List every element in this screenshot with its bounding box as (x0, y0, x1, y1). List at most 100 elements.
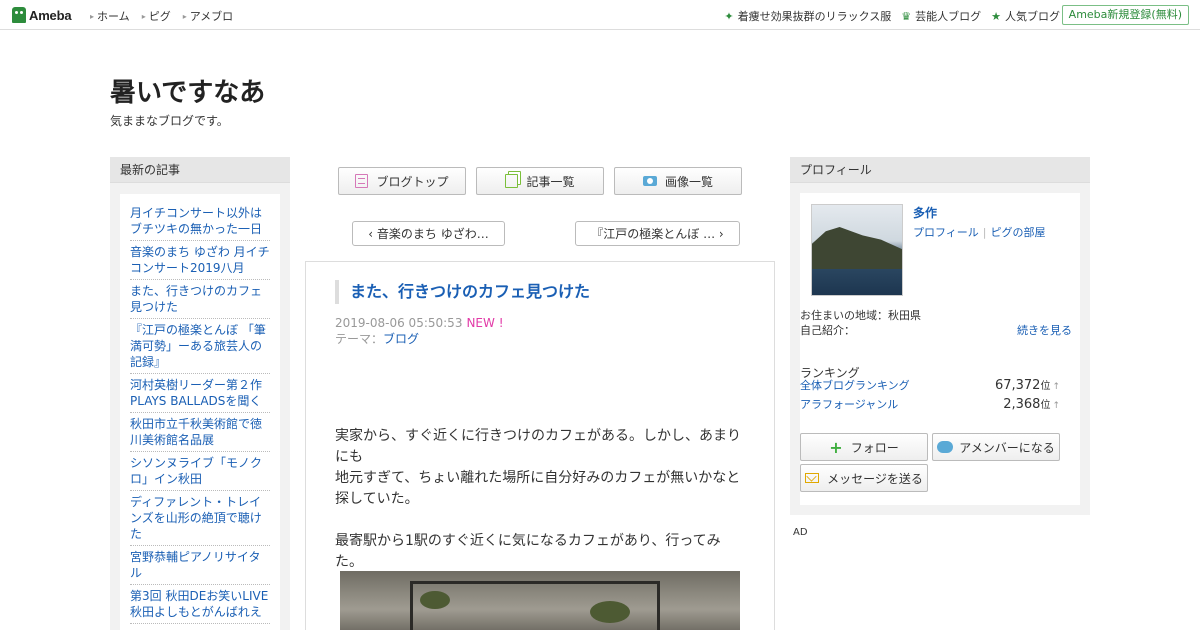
nav-pigg[interactable]: ピグ (142, 8, 171, 24)
image-list-label: 画像一覧 (664, 174, 713, 189)
list-item: 『江戸の極楽とんぼ 「筆満可勢」ーある旅芸人の記録』 (130, 319, 270, 374)
ranking-unit: 位 (1040, 381, 1051, 392)
article-link[interactable]: シソンヌライブ「モノクロ」イン秋田 (130, 456, 262, 486)
read-more-link[interactable]: 続きを見る (1017, 322, 1072, 338)
blog-description: 気ままなブログです。 (110, 114, 229, 128)
follow-button[interactable]: + フォロー (800, 433, 928, 461)
envelope-icon (805, 473, 820, 483)
list-item: また、行きつけのカフェ見つけた (130, 280, 270, 319)
entry-date: 2019-08-06 05:50:53 (335, 316, 463, 330)
article: また、行きつけのカフェ見つけた 2019-08-06 05:50:53 NEW !… (305, 261, 775, 630)
list-item: 第3回 秋田DEお笑いLIVE 秋田よしもとがんばれえ (130, 585, 270, 624)
ad-label: AD (793, 527, 808, 538)
article-link[interactable]: 第3回 秋田DEお笑いLIVE 秋田よしもとがんばれえ (130, 589, 268, 619)
body-paragraph: 最寄駅から1駅のすぐ近くに気になるカフェがあり、行ってみた。 (335, 533, 721, 570)
profile-heading: プロフィール (790, 157, 1090, 183)
list-item: 音楽のまち ゆざわ 月イチコンサート2019八月 (130, 241, 270, 280)
new-badge: NEW ! (466, 316, 504, 330)
article-link[interactable]: 宮野恭輔ピアノリサイタル (130, 550, 260, 580)
chat-bubble-icon (937, 441, 954, 453)
article-list-button[interactable]: 記事一覧 (476, 167, 604, 195)
star-icon: ★ (991, 9, 1001, 23)
message-label: メッセージを送る (827, 471, 923, 486)
profile-name[interactable]: 多作 (913, 204, 937, 221)
blog-top-button[interactable]: ブログトップ (338, 167, 466, 195)
document-icon (355, 174, 369, 188)
photo-plant (590, 601, 630, 623)
ranking-value: 67,372位 ↑ (995, 377, 1060, 393)
entry-body: 実家から、すぐ近くに行きつけのカフェがある。しかし、あまりにも 地元すぎて、ちょ… (335, 426, 747, 573)
body-paragraph: 実家から、すぐ近くに行きつけのカフェがある。しかし、あまりにも (335, 428, 741, 465)
follow-label: フォロー (850, 440, 899, 455)
blog-top-label: ブログトップ (376, 174, 449, 189)
ranking-number: 2,368 (1003, 397, 1041, 412)
article-link[interactable]: ディファレント・トレインズを山形の絶頂で聴けた (130, 495, 262, 541)
image-list-button[interactable]: 画像一覧 (614, 167, 742, 195)
sparkle-icon: ✦ (724, 9, 734, 23)
popular-blog-link[interactable]: ★ 人気ブログ (991, 8, 1060, 24)
list-item: 宮野恭輔ピアノリサイタル (130, 546, 270, 585)
entry-title: また、行きつけのカフェ見つけた (335, 280, 590, 304)
crown-icon: ♛ (901, 9, 912, 23)
amember-button[interactable]: アメンバーになる (932, 433, 1060, 461)
profile-sidebar: プロフィール 多作 プロフィール | ピグの部屋 お住まいの地域：秋田県 自己紹介：… (790, 157, 1090, 515)
top-right-links: ✦ 着痩せ効果抜群のリラックス服 ♛ 芸能人ブログ ★ 人気ブログ (724, 8, 1060, 24)
nav-home[interactable]: ホーム (90, 8, 130, 24)
popular-blog-label: 人気ブログ (1005, 10, 1060, 23)
avatar-cliff (812, 227, 902, 269)
link-separator: | (982, 226, 987, 239)
overall-ranking-link[interactable]: 全体ブログランキング (800, 377, 910, 393)
theme-label: テーマ： (335, 332, 384, 346)
theme-link[interactable]: ブログ (383, 332, 419, 346)
ranking-row: 全体ブログランキング 67,372位 ↑ (800, 377, 1060, 393)
nav-ameblo[interactable]: アメブロ (183, 8, 233, 24)
logo-text: Ameba (29, 7, 72, 23)
article-link[interactable]: また、行きつけのカフェ見つけた (130, 284, 262, 314)
list-item: 月イチコンサート以外はブチツキの無かった一日 (130, 202, 270, 241)
prev-article-button[interactable]: ‹ 音楽のまち ゆざわ… (352, 221, 505, 246)
celebrity-blog-label: 芸能人ブログ (915, 10, 982, 23)
recent-articles-heading: 最新の記事 (110, 157, 290, 183)
genre-ranking-link[interactable]: アラフォージャンル (800, 396, 898, 412)
top-bar: Ameba ホーム ピグ アメブロ ✦着痩せ効果抜群のリラックス服 ♛芸能人ブロ… (0, 0, 1200, 30)
ranking-arrow-icon: ↑ (1052, 382, 1060, 392)
recent-articles-list: 月イチコンサート以外はブチツキの無かった一日 音楽のまち ゆざわ 月イチコンサー… (120, 194, 280, 630)
residence: お住まいの地域：秋田県 (800, 309, 921, 322)
signup-button[interactable]: Ameba新規登録(無料) (1061, 5, 1189, 25)
ameba-logo[interactable]: Ameba (12, 6, 72, 24)
amember-label: アメンバーになる (959, 440, 1055, 455)
blog-title[interactable]: 暑いですなあ (110, 72, 265, 109)
intro-label: 自己紹介： (800, 324, 855, 337)
article-list-label: 記事一覧 (526, 174, 575, 189)
list-item: ディファレント・トレインズを山形の絶頂で聴けた (130, 491, 270, 546)
article-link[interactable]: 月イチコンサート以外はブチツキの無かった一日 (130, 206, 262, 236)
promo-link-label: 着痩せ効果抜群のリラックス服 (737, 10, 892, 23)
ranking-value: 2,368位 ↑ (1003, 396, 1060, 412)
list-item: 秋田市立千秋美術館で徳川美術館名品展 (130, 413, 270, 452)
celebrity-blog-link[interactable]: ♛ 芸能人ブログ (901, 8, 981, 24)
profile-link[interactable]: プロフィール (913, 226, 979, 239)
entry-title-link[interactable]: また、行きつけのカフェ見つけた (350, 282, 590, 301)
ranking-number: 67,372 (994, 378, 1041, 393)
blog-nav-buttons: ブログトップ 記事一覧 画像一覧 (338, 167, 742, 195)
profile-card: 多作 プロフィール | ピグの部屋 お住まいの地域：秋田県 自己紹介： 続きを見る … (800, 193, 1080, 505)
list-icon (505, 174, 519, 188)
message-button[interactable]: メッセージを送る (800, 464, 928, 492)
pigg-room-link[interactable]: ピグの部屋 (991, 226, 1046, 239)
ameba-logo-icon (12, 7, 26, 23)
entry-photo[interactable] (340, 571, 740, 630)
promo-link[interactable]: ✦ 着痩せ効果抜群のリラックス服 (724, 8, 891, 24)
next-article-button[interactable]: 『江戸の極楽とんぼ … › (575, 221, 740, 246)
article-link[interactable]: 『江戸の極楽とんぼ 「筆満可勢」ーある旅芸人の記録』 (130, 323, 266, 369)
article-link[interactable]: 河村英樹リーダー第２作PLAYS BALLADSを聞く (130, 378, 262, 408)
article-link[interactable]: 音楽のまち ゆざわ 月イチコンサート2019八月 (130, 245, 270, 275)
recent-articles-sidebar: 最新の記事 月イチコンサート以外はブチツキの無かった一日 音楽のまち ゆざわ 月… (110, 157, 290, 630)
ranking-arrow-icon: ↑ (1052, 401, 1060, 411)
article-link[interactable]: 秋田市立千秋美術館で徳川美術館名品展 (130, 417, 262, 447)
list-item: シソンヌライブ「モノクロ」イン秋田 (130, 452, 270, 491)
avatar[interactable] (811, 204, 903, 296)
top-nav: ホーム ピグ アメブロ (90, 8, 233, 24)
ranking-unit: 位 (1040, 400, 1051, 411)
photo-plant (420, 591, 450, 609)
